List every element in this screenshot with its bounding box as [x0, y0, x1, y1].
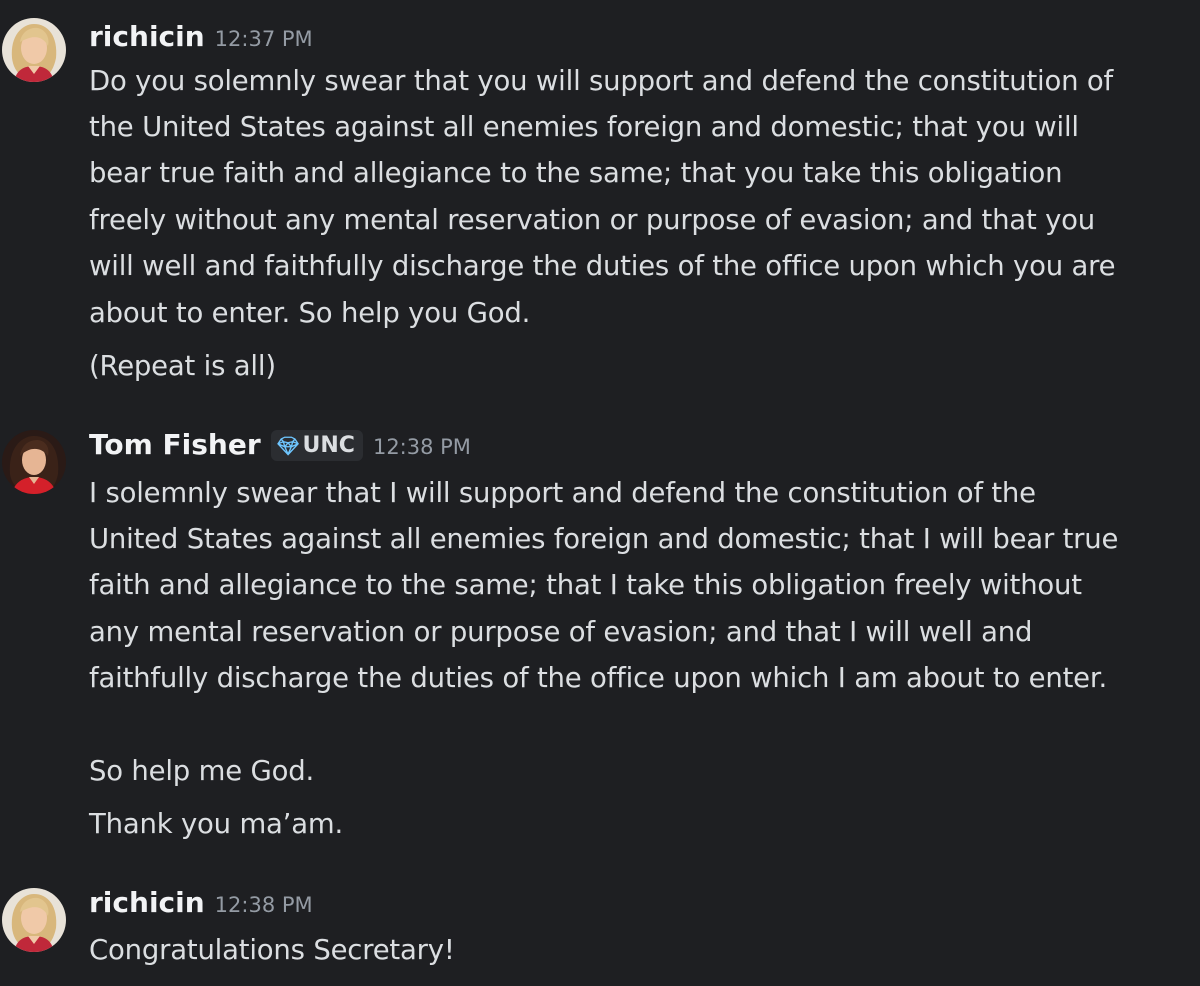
message-text: any mental reservation or purpose of eva… [89, 616, 1033, 648]
message-text: bear true faith and allegiance to the sa… [89, 157, 1063, 189]
message-text: I solemnly swear that I will support and… [89, 477, 1036, 509]
message-header: richicin 12:37 PM [89, 20, 313, 53]
message-text: Do you solemnly swear that you will supp… [89, 65, 1113, 97]
timestamp: 12:38 PM [372, 435, 471, 459]
message-text: about to enter. So help you God. [89, 297, 531, 329]
message-text: will well and faithfully discharge the d… [89, 250, 1116, 282]
user-tag[interactable]: 💎︎ UNC [270, 430, 363, 461]
username[interactable]: richicin [89, 886, 205, 919]
message-text: United States against all enemies foreig… [89, 523, 1119, 555]
timestamp: 12:38 PM [214, 893, 313, 917]
user-avatar[interactable] [2, 18, 66, 82]
message-text: (Repeat is all) [89, 350, 276, 382]
message-text: freely without any mental reservation or… [89, 204, 1096, 236]
timestamp: 12:37 PM [214, 27, 313, 51]
message-text: So help me God. [89, 755, 314, 787]
message-text: faithfully discharge the duties of the o… [89, 662, 1108, 694]
user-avatar[interactable] [2, 888, 66, 952]
message-text: Congratulations Secretary! [89, 934, 455, 966]
username[interactable]: richicin [89, 20, 205, 53]
message-text: Thank you ma’am. [89, 808, 344, 840]
tag-label: UNC [302, 433, 355, 458]
message-header: Tom Fisher 💎︎ UNC 12:38 PM [89, 428, 471, 461]
user-avatar[interactable] [2, 430, 66, 494]
username[interactable]: Tom Fisher [89, 428, 261, 461]
gem-icon: 💎︎ [276, 436, 300, 457]
message-text: faith and allegiance to the same; that I… [89, 569, 1082, 601]
message-header: richicin 12:38 PM [89, 886, 313, 919]
message-text: the United States against all enemies fo… [89, 111, 1079, 143]
